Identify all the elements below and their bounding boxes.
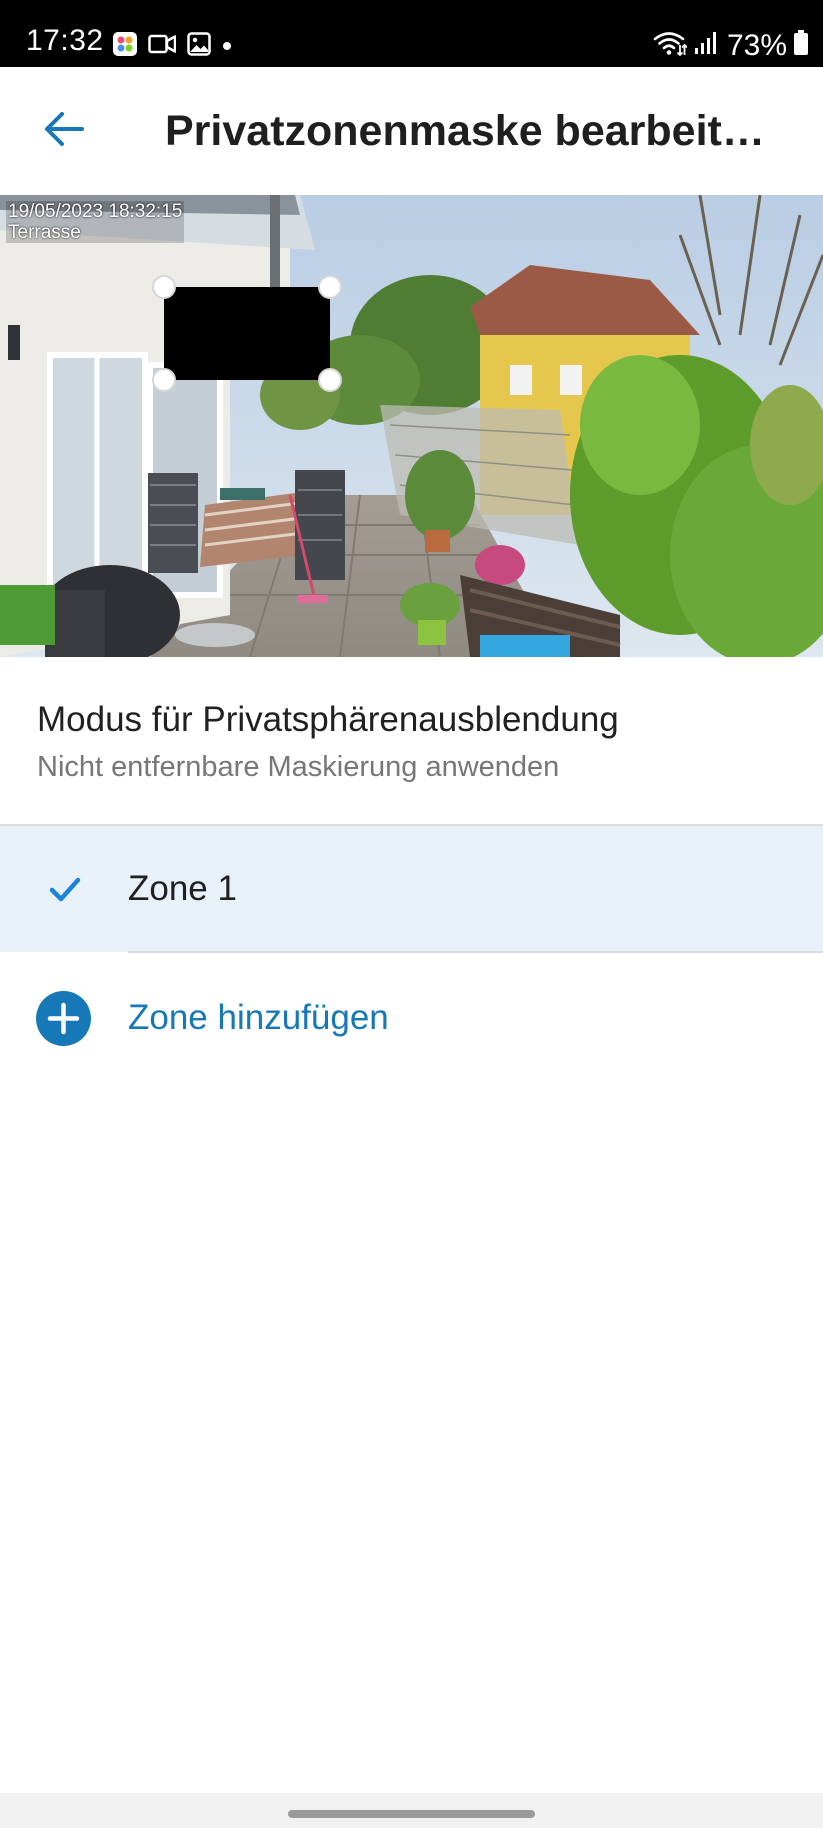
camera-timestamp: 19/05/2023 18:32:15 (8, 201, 183, 222)
gallery-icon (187, 32, 211, 61)
status-notification-icons (113, 32, 232, 61)
status-time: 17:32 (26, 24, 104, 57)
mask-resize-handle-top-right[interactable] (318, 275, 342, 299)
mask-resize-handle-bottom-right[interactable] (318, 368, 342, 392)
privacy-mask-zone-1[interactable] (164, 287, 330, 380)
privacy-mode-setting[interactable]: Modus für Privatsphärenausblendung Nicht… (0, 657, 823, 824)
zone-list-item[interactable]: Zone 1 (0, 826, 823, 952)
status-bar: 17:32 73% (0, 0, 823, 67)
battery-percent: 73% (726, 28, 787, 62)
back-button[interactable] (30, 97, 98, 165)
app-bar: Privatzonenmaske bearbeit… (0, 67, 823, 195)
mask-resize-handle-top-left[interactable] (152, 275, 176, 299)
wifi-icon (653, 30, 688, 61)
navigation-bar (0, 1793, 823, 1828)
camera-snapshot-image (0, 195, 823, 657)
add-zone-button[interactable]: Zone hinzufügen (0, 953, 823, 1081)
privacy-mode-title: Modus für Privatsphärenausblendung (37, 700, 619, 739)
signal-icon (693, 31, 717, 60)
add-zone-label: Zone hinzufügen (128, 998, 389, 1037)
battery-icon (793, 30, 809, 61)
arrow-left-icon (44, 111, 84, 152)
check-icon (46, 870, 84, 908)
notification-app-icon (113, 32, 137, 61)
mask-resize-handle-bottom-left[interactable] (152, 368, 176, 392)
camera-name: Terrasse (8, 222, 81, 243)
plus-circle-icon (36, 991, 91, 1046)
page-title: Privatzonenmaske bearbeit… (165, 107, 765, 155)
dot-icon (222, 38, 232, 56)
video-icon (148, 33, 177, 60)
privacy-mode-value: Nicht entfernbare Maskierung anwenden (37, 751, 560, 783)
status-system-icons: 73% (653, 30, 809, 61)
zone-label: Zone 1 (128, 869, 237, 908)
camera-osd: 19/05/2023 18:32:15 Terrasse (6, 201, 185, 243)
camera-preview[interactable]: 19/05/2023 18:32:15 Terrasse (0, 195, 823, 657)
home-indicator[interactable] (288, 1810, 535, 1818)
